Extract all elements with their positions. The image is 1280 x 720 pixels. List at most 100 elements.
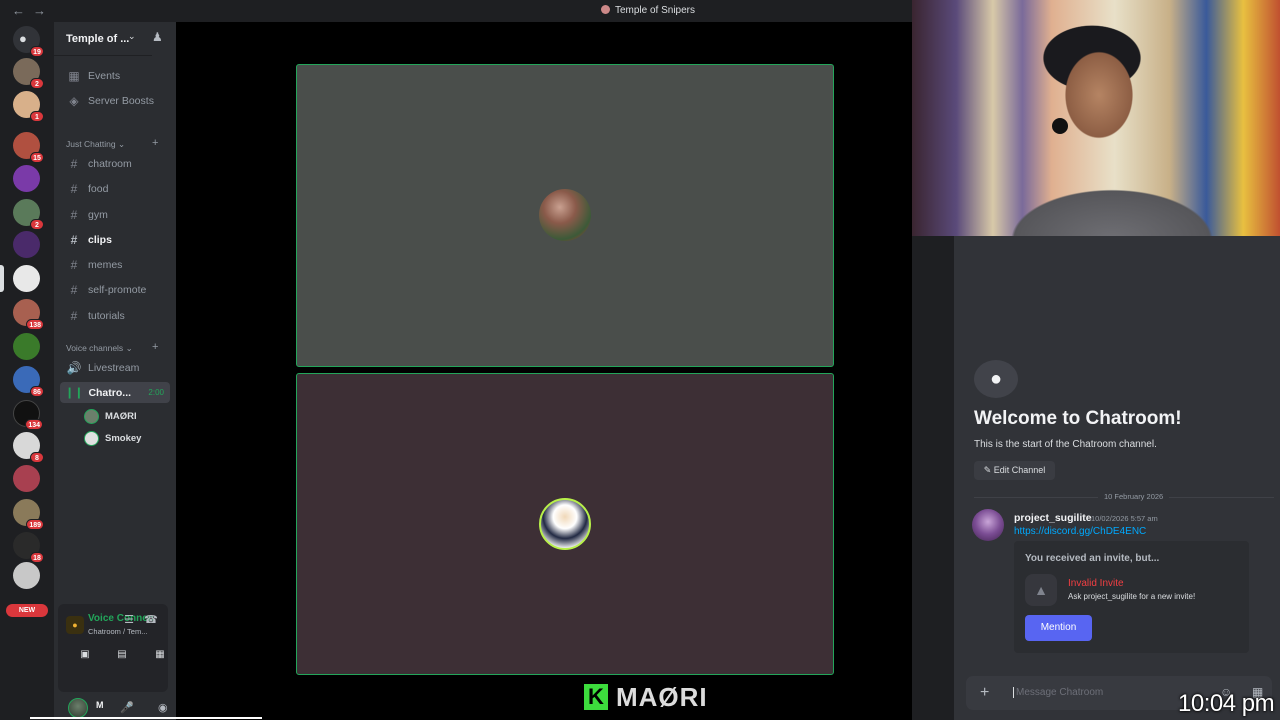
server-icon-1[interactable]: 2 [13,58,44,89]
unread-badge: 86 [30,386,44,397]
direct-messages-button[interactable]: ● 19 [13,26,44,57]
server-icon-4[interactable] [13,165,40,192]
channel-self-promote[interactable]: # self-promote [60,279,170,300]
date-divider: 10 February 2026 [974,492,1274,502]
activities-icon[interactable]: ▦ [149,644,171,666]
avatar [84,409,99,424]
voice-user-smokey[interactable]: Smokey [84,430,186,447]
server-icon-15[interactable] [13,562,40,589]
voice-connected-panel: ● Voice Connected Chatroom / Tem... ☰ ☎ … [58,604,201,692]
server-icon-6[interactable] [13,231,40,258]
server-icon-11[interactable]: 8 [13,432,44,463]
video-progress-bar [30,717,262,719]
hashtag-icon: # [70,257,78,272]
channel-memes[interactable]: # memes [60,254,170,275]
message-author[interactable]: project_sugilite [1014,512,1092,524]
microphone-icon[interactable]: 🎤 [120,701,134,714]
edit-channel-label: Edit Channel [993,465,1046,475]
attach-plus-icon[interactable]: + [980,684,989,702]
sidebar-item-events[interactable]: ▦ Events [60,65,170,86]
unread-badge: 2 [30,78,44,89]
welcome-subtitle: This is the start of the Chatroom channe… [974,439,1157,450]
headphones-icon[interactable]: ◉ [158,701,168,714]
server-icon-7[interactable]: 138 [13,299,44,330]
channel-food[interactable]: # food [60,178,170,199]
channel-label: Chatro... [88,386,132,399]
channel-label: self-promote [88,283,147,296]
app-root: ←→ Temple of Snipers ● 19 2 1 15 2 138 8… [0,0,1280,720]
server-icon-13[interactable]: 189 [13,499,44,530]
unread-badge: 19 [30,46,44,57]
invite-embed: You received an invite, but... ▲ Invalid… [1014,541,1249,653]
chat-bubble-icon: ● [974,360,1018,398]
user-panel: M 🎤 ◉ [58,698,172,718]
mention-button[interactable]: Mention [1025,615,1092,641]
voice-channel-chatroom[interactable]: ❙❙ Chatro... 2:00 [60,382,170,403]
server-header[interactable]: Temple of ... ⌄ ♟ [54,22,387,142]
sidebar-item-server-boosts[interactable]: ◈ Server Boosts [60,90,170,111]
category-just-chatting[interactable]: Just Chatting ⌄ + [66,137,158,150]
channel-gym[interactable]: # gym [60,204,170,225]
edit-channel-button[interactable]: ✎ Edit Channel [974,461,1055,480]
avatar [84,431,99,446]
unread-badge: 2 [30,219,44,230]
message-link[interactable]: https://discord.gg/ChDE4ENC [1014,526,1146,537]
avatar[interactable] [972,509,1004,541]
invite-subtitle: Ask project_sugilite for a new invite! [1068,592,1196,601]
server-rail: ● 19 2 1 15 2 138 86 134 8 189 18 NEW [0,22,54,720]
camera-off-icon[interactable]: ▣ [74,644,96,666]
server-icon-temple-of-snipers[interactable] [0,265,40,292]
channel-label: gym [88,208,108,221]
noise-suppression-icon[interactable]: ☰ [122,613,136,627]
server-icon-9[interactable]: 86 [13,366,44,397]
new-servers-tag[interactable]: NEW [6,604,48,617]
message-input[interactable]: Message Chatroom [1013,687,1103,698]
channel-label: memes [88,258,123,271]
date-label: 10 February 2026 [1098,492,1170,501]
avatar [539,498,591,550]
chat-gutter [912,236,954,720]
screen-share-icon[interactable]: ▤ [111,644,133,666]
server-icon-3[interactable]: 15 [13,132,44,163]
hashtag-icon: # [70,308,78,323]
chat-panel: ● Welcome to Chatroom! This is the start… [954,236,1280,720]
invite-title: Invalid Invite [1068,578,1124,589]
signal-icon[interactable]: ● [66,616,84,634]
pencil-icon: ✎ [983,465,992,475]
server-icon-10[interactable]: 134 [13,400,43,430]
channel-chatroom[interactable]: # chatroom [60,153,170,174]
video-tile-2[interactable] [296,373,834,675]
channel-label: Livestream [88,361,140,374]
add-channel-icon[interactable]: + [152,341,158,353]
server-icon [600,5,610,14]
voice-activity-icon: ❙❙ [65,387,84,399]
voice-timer: 2:00 [148,388,164,397]
unread-badge: 18 [30,552,44,563]
sidebar-item-label: Server Boosts [88,94,154,107]
server-icon-8[interactable] [13,333,40,360]
voice-location[interactable]: Chatroom / Tem... [88,627,147,636]
stream-clock: 10:04 pm [1178,690,1275,717]
chevron-down-icon: ⌄ [128,31,136,41]
server-icon-14[interactable]: 18 [13,532,44,563]
server-icon-2[interactable]: 1 [13,91,44,122]
disconnect-icon[interactable]: ☎ [144,613,158,627]
voice-user-maori[interactable]: MAØRI [84,408,186,425]
server-icon-5[interactable]: 2 [13,199,44,230]
hashtag-icon: # [70,207,78,222]
message-timestamp: 10/02/2026 5:57 am [1091,514,1158,523]
category-voice-channels[interactable]: Voice channels ⌄ + [66,341,158,354]
avatar[interactable] [68,698,88,718]
welcome-title: Welcome to Chatroom! [974,408,1182,429]
discord-icon: ● [19,31,27,46]
title-bar: ←→ Temple of Snipers [0,0,912,22]
voice-channel-livestream[interactable]: 🔊 Livestream [60,357,170,378]
channel-label: food [88,182,109,195]
add-channel-icon[interactable]: + [152,137,158,149]
video-tile-1[interactable] [296,64,834,367]
channel-tutorials[interactable]: # tutorials [60,305,170,326]
server-name: Temple of ... [66,33,130,45]
headset-mic [1052,118,1068,134]
channel-clips[interactable]: # clips [60,229,170,250]
server-icon-12[interactable] [13,465,40,492]
